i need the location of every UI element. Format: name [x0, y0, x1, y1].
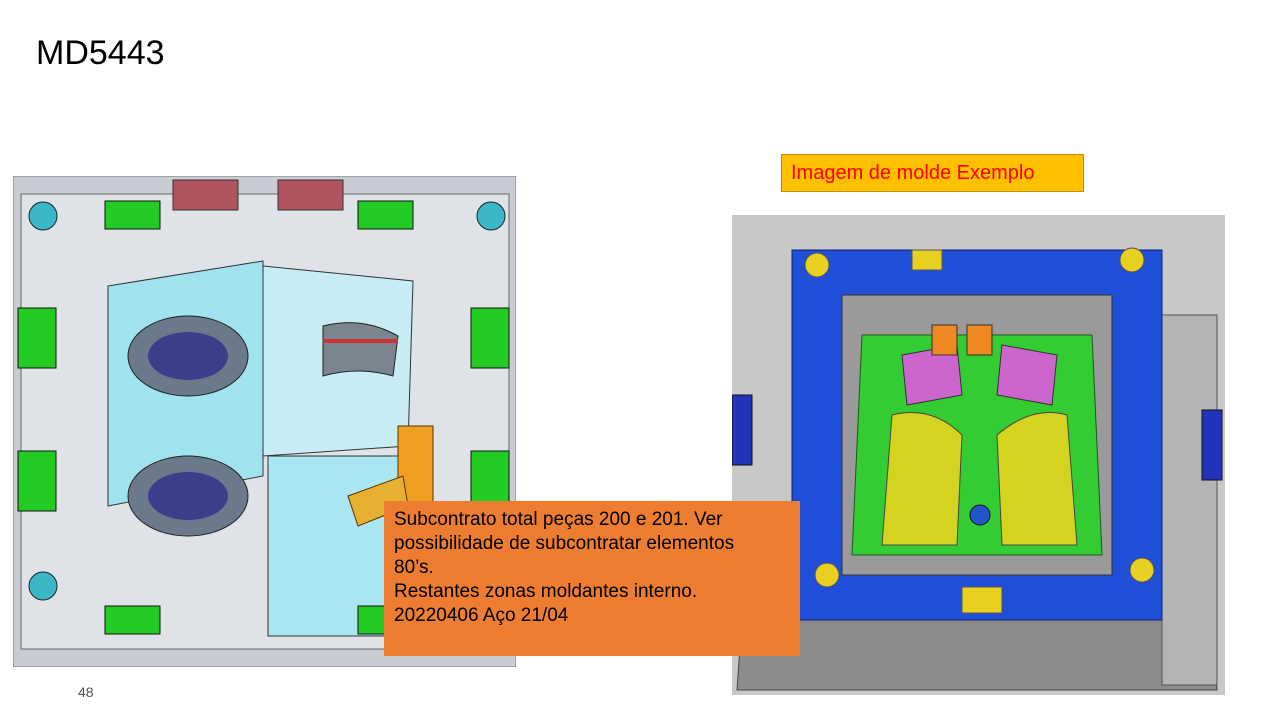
note-line: Restantes zonas moldantes interno. — [394, 581, 698, 602]
note-line: possibilidade de subcontratar elementos — [394, 533, 735, 554]
note-line: 20220406 Aço 21/04 — [394, 605, 569, 626]
subcontract-note: Subcontrato total peças 200 e 201. Ver p… — [384, 501, 800, 656]
example-mold-image — [732, 215, 1225, 695]
slide-title: MD5443 — [36, 34, 165, 72]
page-number: 48 — [78, 684, 94, 700]
example-mold-label: Imagem de molde Exemplo — [781, 154, 1084, 192]
note-line: 80’s. — [394, 557, 434, 578]
note-line: Subcontrato total peças 200 e 201. Ver — [394, 509, 723, 530]
